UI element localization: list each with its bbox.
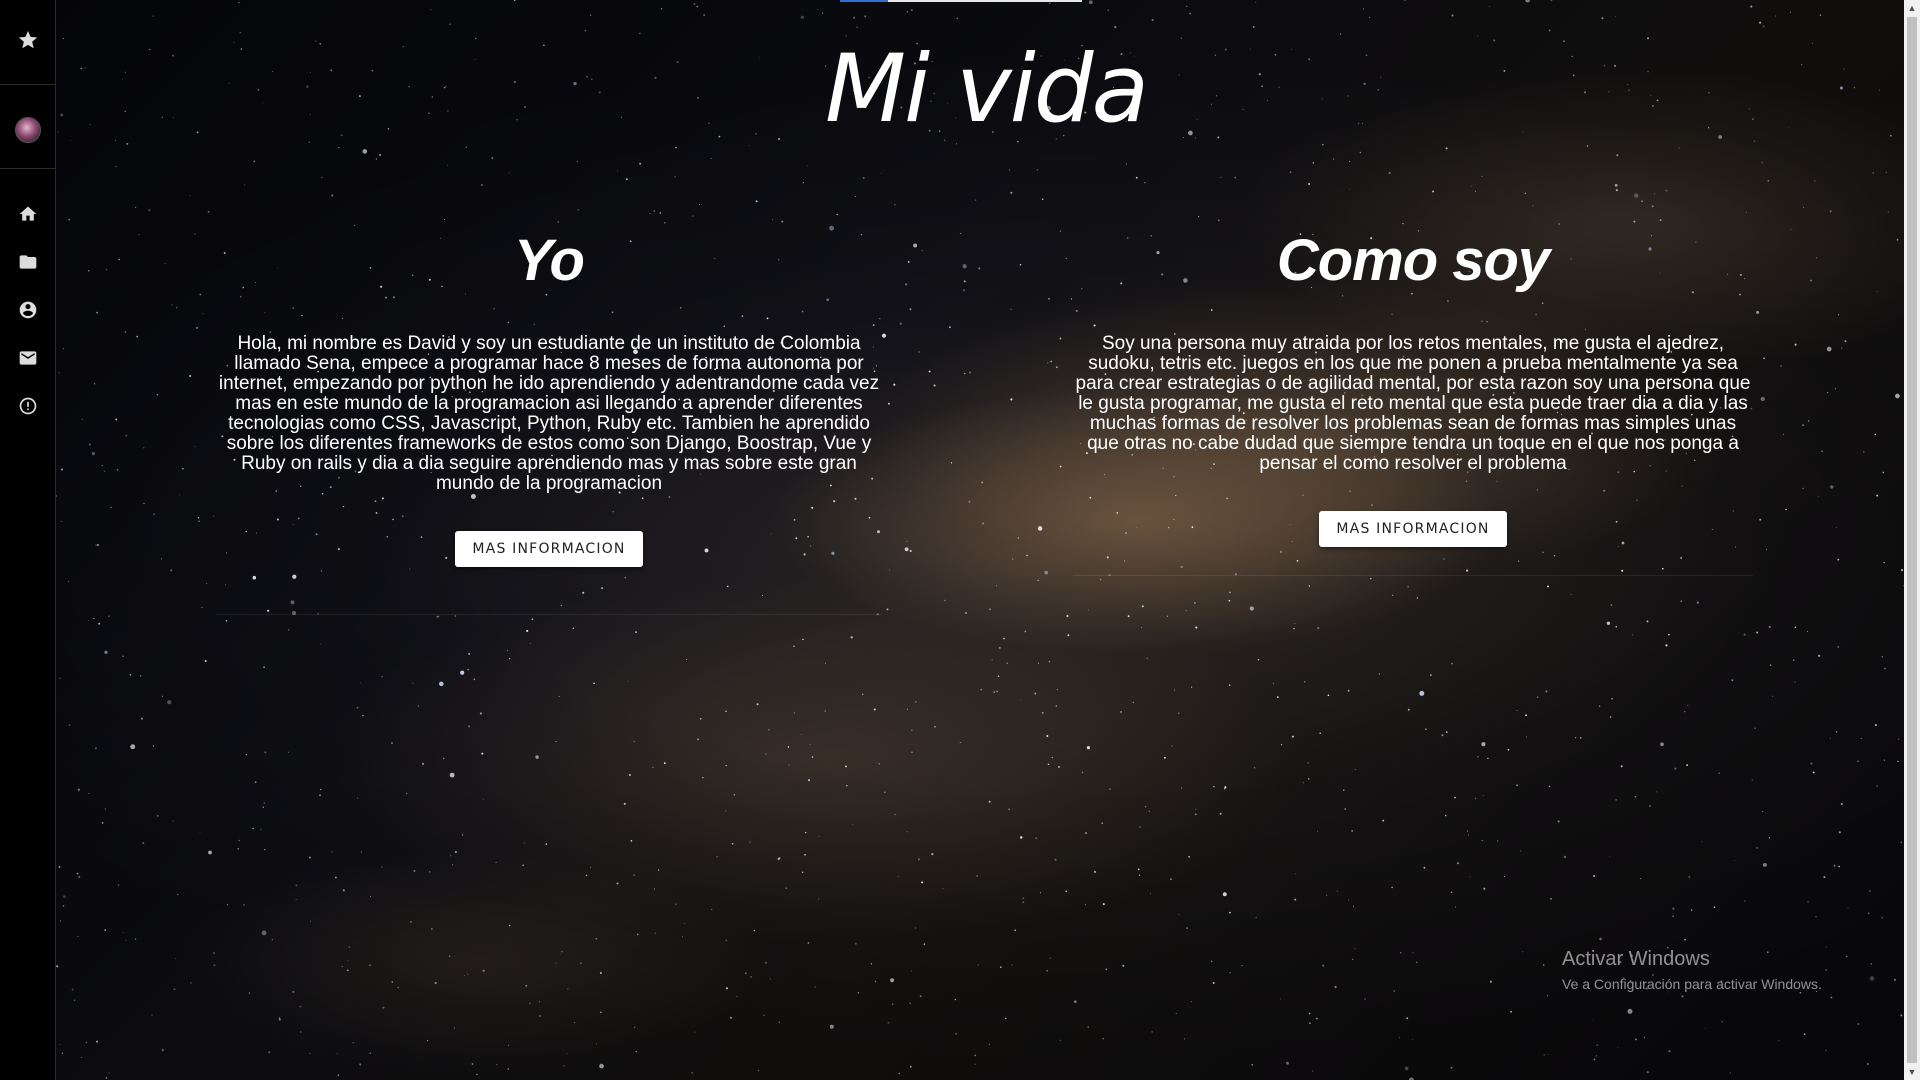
star-icon[interactable] (0, 28, 55, 52)
section-como-soy: Como soy Soy una persona muy atraida por… (1073, 222, 1753, 547)
page-title: Mi vida (824, 35, 1149, 144)
scroll-thumb[interactable] (1907, 17, 1917, 1063)
section-yo: Yo Hola, mi nombre es David y soy un est… (216, 222, 882, 567)
mas-informacion-button[interactable]: MAS INFORMACION (455, 531, 643, 567)
avatar[interactable] (0, 116, 55, 144)
section-divider (216, 614, 882, 615)
scroll-up-arrow-icon[interactable]: ▲ (1904, 0, 1920, 16)
section-heading: Yo (514, 228, 585, 293)
scroll-down-arrow-icon[interactable]: ▼ (1904, 1064, 1920, 1080)
mas-informacion-button[interactable]: MAS INFORMACION (1319, 511, 1507, 547)
windows-activation-watermark: Activar Windows Ve a Configuración para … (1562, 947, 1822, 993)
sidebar-divider (0, 168, 55, 169)
watermark-title: Activar Windows (1562, 948, 1710, 970)
sidebar (0, 0, 56, 1080)
mail-icon[interactable] (0, 346, 55, 370)
section-heading: Como soy (1276, 228, 1550, 293)
sidebar-divider (0, 84, 55, 85)
folder-icon[interactable] (0, 250, 55, 274)
watermark-subtitle: Ve a Configuración para activar Windows. (1562, 976, 1822, 992)
account-circle-icon[interactable] (0, 298, 55, 322)
vertical-scrollbar[interactable]: ▲ ▼ (1904, 0, 1920, 1080)
avatar-image (14, 117, 41, 143)
section-text: Hola, mi nombre es David y soy un estudi… (218, 333, 880, 494)
home-icon[interactable] (0, 202, 55, 226)
section-divider (1073, 575, 1753, 576)
section-text: Soy una persona muy atraida por los reto… (1075, 333, 1751, 474)
alert-circle-icon[interactable] (0, 394, 55, 418)
top-progress-accent (840, 0, 888, 2)
